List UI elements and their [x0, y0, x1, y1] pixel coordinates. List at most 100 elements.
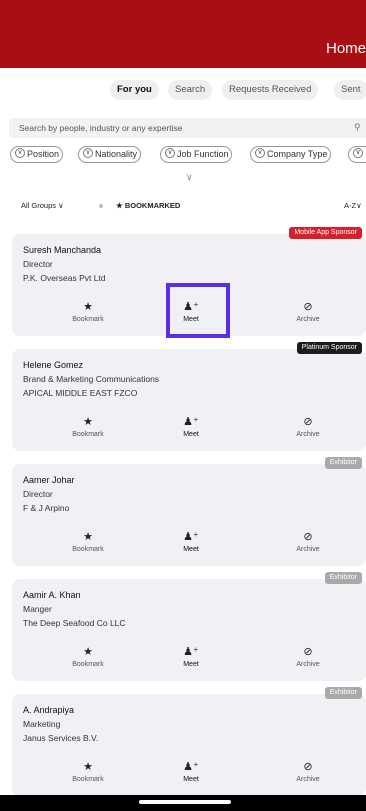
search-icon[interactable]: ⚲ [354, 122, 361, 133]
attendee-title: Manger [23, 604, 52, 614]
star-icon: ★ [83, 761, 93, 773]
sort-label: A-Z [344, 201, 357, 210]
bookmark-label: Bookmark [72, 661, 104, 668]
attendee-card[interactable]: Platinum Sponsor Helene Gomez Brand & Ma… [12, 342, 366, 451]
meet-label: Meet [183, 431, 199, 438]
star-icon: ★ [83, 531, 93, 543]
bookmark-label: Bookmark [72, 546, 104, 553]
archive-button[interactable]: ⊘ Archive [278, 415, 338, 438]
eye-off-icon: ⊘ [303, 531, 313, 543]
search-input[interactable]: Search by people, industry or any expert… [9, 118, 366, 138]
attendee-name: Aamir A. Khan [23, 590, 81, 600]
filter-company-type-label: Company Type [267, 149, 328, 159]
eye-off-icon: ⊘ [303, 646, 313, 658]
chevron-down-icon: ∨ [356, 201, 362, 210]
filter-chips: ∨ Position ∨ Nationality ∨ Job Function ∨ Co… [0, 146, 366, 164]
bookmark-button[interactable]: ★ Bookmark [58, 415, 118, 438]
meet-button[interactable]: ♟⁺ Meet [161, 530, 221, 553]
attendee-name: Helene Gomez [23, 360, 84, 370]
meet-label: Meet [183, 546, 199, 553]
highlight-box [166, 283, 230, 338]
filter-company-type[interactable]: ∨ Company Type [250, 146, 331, 163]
archive-label: Archive [296, 661, 320, 668]
attendee-name: Aamer Johar [23, 475, 75, 485]
chevron-down-icon: ∨ [15, 148, 25, 158]
attendee-card[interactable]: Exhibitor Aamir A. Khan Manger The Deep … [12, 572, 366, 681]
app-header: Home [0, 30, 366, 68]
tab-sent[interactable]: Sent [334, 80, 366, 100]
archive-button[interactable]: ⊘ Archive [278, 530, 338, 553]
bookmark-button[interactable]: ★ Bookmark [58, 530, 118, 553]
meet-button[interactable]: ♟⁺ Meet [161, 760, 221, 783]
filter-position-label: Position [27, 149, 60, 159]
expand-filters-chevron-icon[interactable]: ∨ [186, 172, 193, 183]
tab-for-you[interactable]: For you [110, 80, 159, 100]
eye-off-icon: ⊘ [303, 761, 313, 773]
filter-more[interactable]: ∨ [348, 146, 366, 163]
attendee-title: Director [23, 259, 53, 269]
archive-label: Archive [296, 546, 320, 553]
attendee-title: Brand & Marketing Communications [23, 374, 160, 384]
attendee-title: Marketing [23, 719, 61, 729]
status-badge: Platinum Sponsor [296, 342, 362, 354]
search-placeholder: Search by people, industry or any expert… [19, 123, 183, 133]
archive-button[interactable]: ⊘ Archive [278, 760, 338, 783]
chevron-down-icon: ∨ [353, 148, 363, 158]
status-bar [0, 0, 366, 30]
attendee-card[interactable]: Exhibitor A. Andrapiya Marketing Janus S… [12, 687, 366, 796]
archive-button[interactable]: ⊘ Archive [278, 645, 338, 668]
bookmark-button[interactable]: ★ Bookmark [58, 645, 118, 668]
group-select[interactable]: All Groups ∨ [21, 201, 64, 210]
attendee-company: APICAL MIDDLE EAST FZCO [23, 388, 138, 398]
chevron-down-icon: ∨ [255, 148, 265, 158]
filter-position[interactable]: ∨ Position [10, 146, 63, 163]
bookmark-label: Bookmark [72, 316, 104, 323]
bookmark-label: Bookmark [72, 431, 104, 438]
archive-button[interactable]: ⊘ Archive [278, 300, 338, 323]
bookmark-button[interactable]: ★ Bookmark [58, 760, 118, 783]
attendee-company: Janus Services B.V. [23, 733, 99, 743]
meet-label: Meet [183, 776, 199, 783]
system-nav-bar [0, 795, 366, 811]
status-badge: Mobile App Sponsor [289, 227, 362, 239]
add-user-icon: ♟⁺ [183, 646, 199, 658]
archive-label: Archive [296, 776, 320, 783]
attendee-card[interactable]: Exhibitor Aamer Johar Director F & J Arp… [12, 457, 366, 566]
add-user-icon: ♟⁺ [183, 761, 199, 773]
chevron-down-icon: ∨ [58, 201, 64, 210]
page-title: Home [325, 40, 366, 57]
eye-off-icon: ⊘ [303, 416, 313, 428]
meet-label: Meet [183, 661, 199, 668]
meet-button[interactable]: ♟⁺ Meet [161, 645, 221, 668]
sort-select[interactable]: A-Z∨ [344, 201, 362, 210]
group-bar: All Groups ∨ ★ BOOKMARKED A-Z∨ [0, 198, 366, 214]
toggle-dot[interactable] [99, 204, 103, 208]
bookmarked-filter[interactable]: ★ BOOKMARKED [116, 201, 180, 210]
star-icon: ★ [116, 201, 123, 210]
filter-job-function-label: Job Function [177, 149, 229, 159]
star-icon: ★ [83, 416, 93, 428]
star-icon: ★ [83, 646, 93, 658]
home-indicator[interactable] [139, 800, 231, 804]
chevron-down-icon: ∨ [83, 148, 93, 158]
eye-off-icon: ⊘ [303, 301, 313, 313]
tab-search[interactable]: Search [168, 80, 213, 100]
attendee-title: Director [23, 489, 53, 499]
group-select-label: All Groups [21, 201, 57, 210]
filter-nationality[interactable]: ∨ Nationality [78, 146, 141, 163]
bookmark-button[interactable]: ★ Bookmark [58, 300, 118, 323]
status-badge: Exhibitor [324, 572, 362, 584]
meet-button[interactable]: ♟⁺ Meet [161, 415, 221, 438]
attendee-company: F & J Arpino [23, 503, 70, 513]
add-user-icon: ♟⁺ [183, 531, 199, 543]
filter-job-function[interactable]: ∨ Job Function [160, 146, 233, 163]
attendee-name: A. Andrapiya [23, 705, 75, 715]
archive-label: Archive [296, 316, 320, 323]
add-user-icon: ♟⁺ [183, 416, 199, 428]
chevron-down-icon: ∨ [165, 148, 175, 158]
attendee-company: The Deep Seafood Co LLC [23, 618, 126, 628]
tab-requests-received[interactable]: Requests Received [222, 80, 319, 100]
star-icon: ★ [83, 301, 93, 313]
status-badge: Exhibitor [324, 457, 362, 469]
attendee-name: Suresh Manchanda [23, 245, 102, 255]
